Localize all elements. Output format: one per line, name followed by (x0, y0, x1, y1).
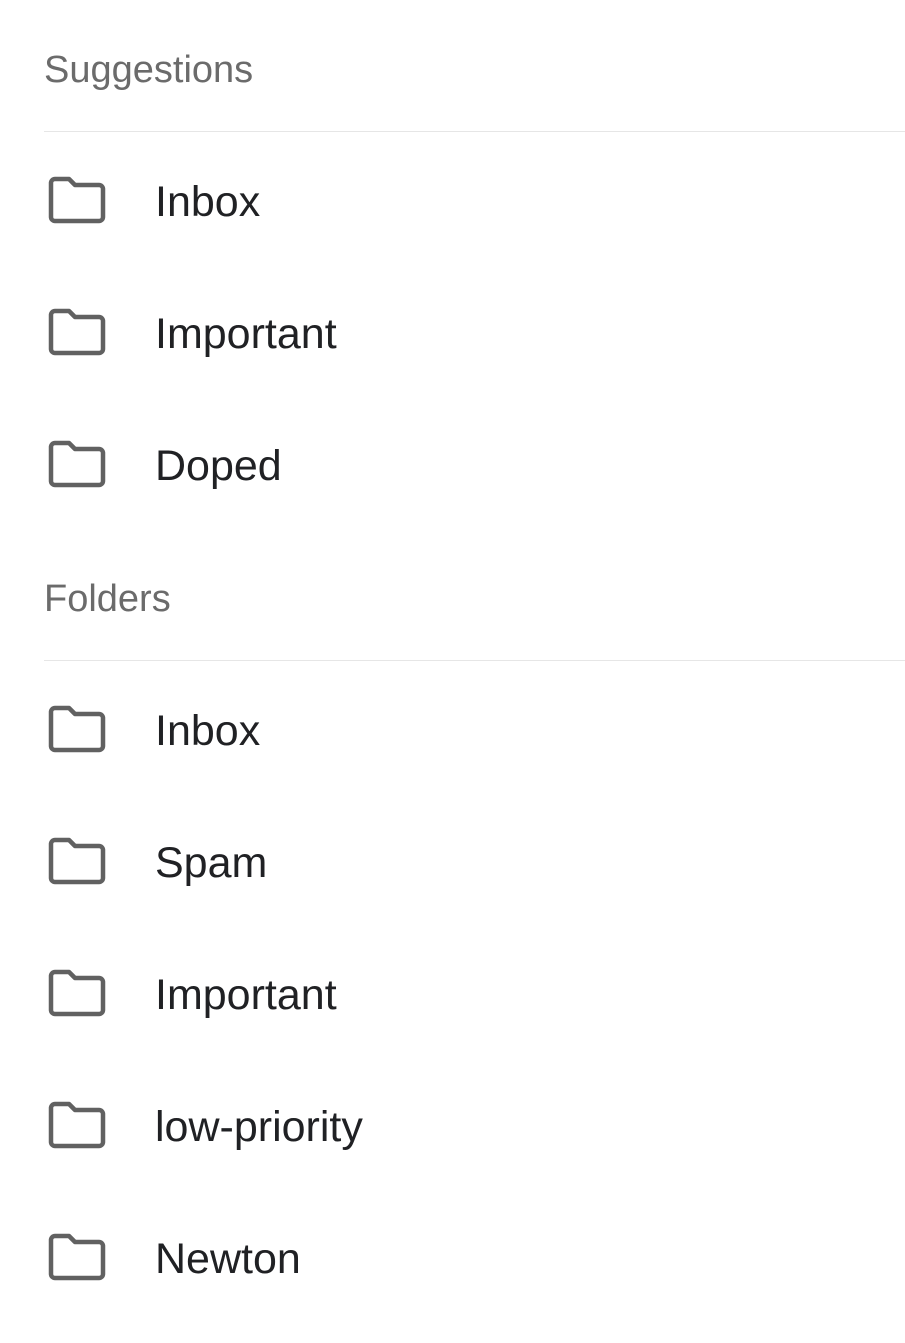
folder-icon (46, 704, 108, 754)
folder-item-newton[interactable]: Newton (0, 1192, 905, 1324)
folder-icon (46, 175, 108, 225)
suggestions-header: Suggestions (44, 49, 254, 91)
folder-icon (46, 968, 108, 1018)
folder-item-spam[interactable]: Spam (0, 796, 905, 928)
folder-icon (46, 439, 108, 489)
folder-icon (46, 1232, 108, 1282)
suggestion-item-label: Important (155, 310, 337, 358)
folder-item-low-priority[interactable]: low-priority (0, 1060, 905, 1192)
folder-item-important[interactable]: Important (0, 928, 905, 1060)
folder-icon (46, 836, 108, 886)
folder-item-label: Newton (155, 1235, 301, 1283)
folder-icon (46, 1100, 108, 1150)
folders-header: Folders (44, 578, 171, 620)
suggestion-item-doped[interactable]: Doped (0, 399, 905, 531)
suggestion-item-important[interactable]: Important (0, 267, 905, 399)
folder-item-label: Spam (155, 839, 268, 887)
suggestion-item-label: Doped (155, 442, 282, 490)
suggestion-item-inbox[interactable]: Inbox (0, 135, 905, 267)
suggestions-divider (44, 131, 905, 132)
folder-icon (46, 307, 108, 357)
folder-item-label: low-priority (155, 1103, 363, 1151)
folder-item-label: Important (155, 971, 337, 1019)
folder-item-label: Inbox (155, 707, 261, 755)
suggestion-item-label: Inbox (155, 178, 261, 226)
folders-divider (44, 660, 905, 661)
folder-item-inbox[interactable]: Inbox (0, 664, 905, 796)
